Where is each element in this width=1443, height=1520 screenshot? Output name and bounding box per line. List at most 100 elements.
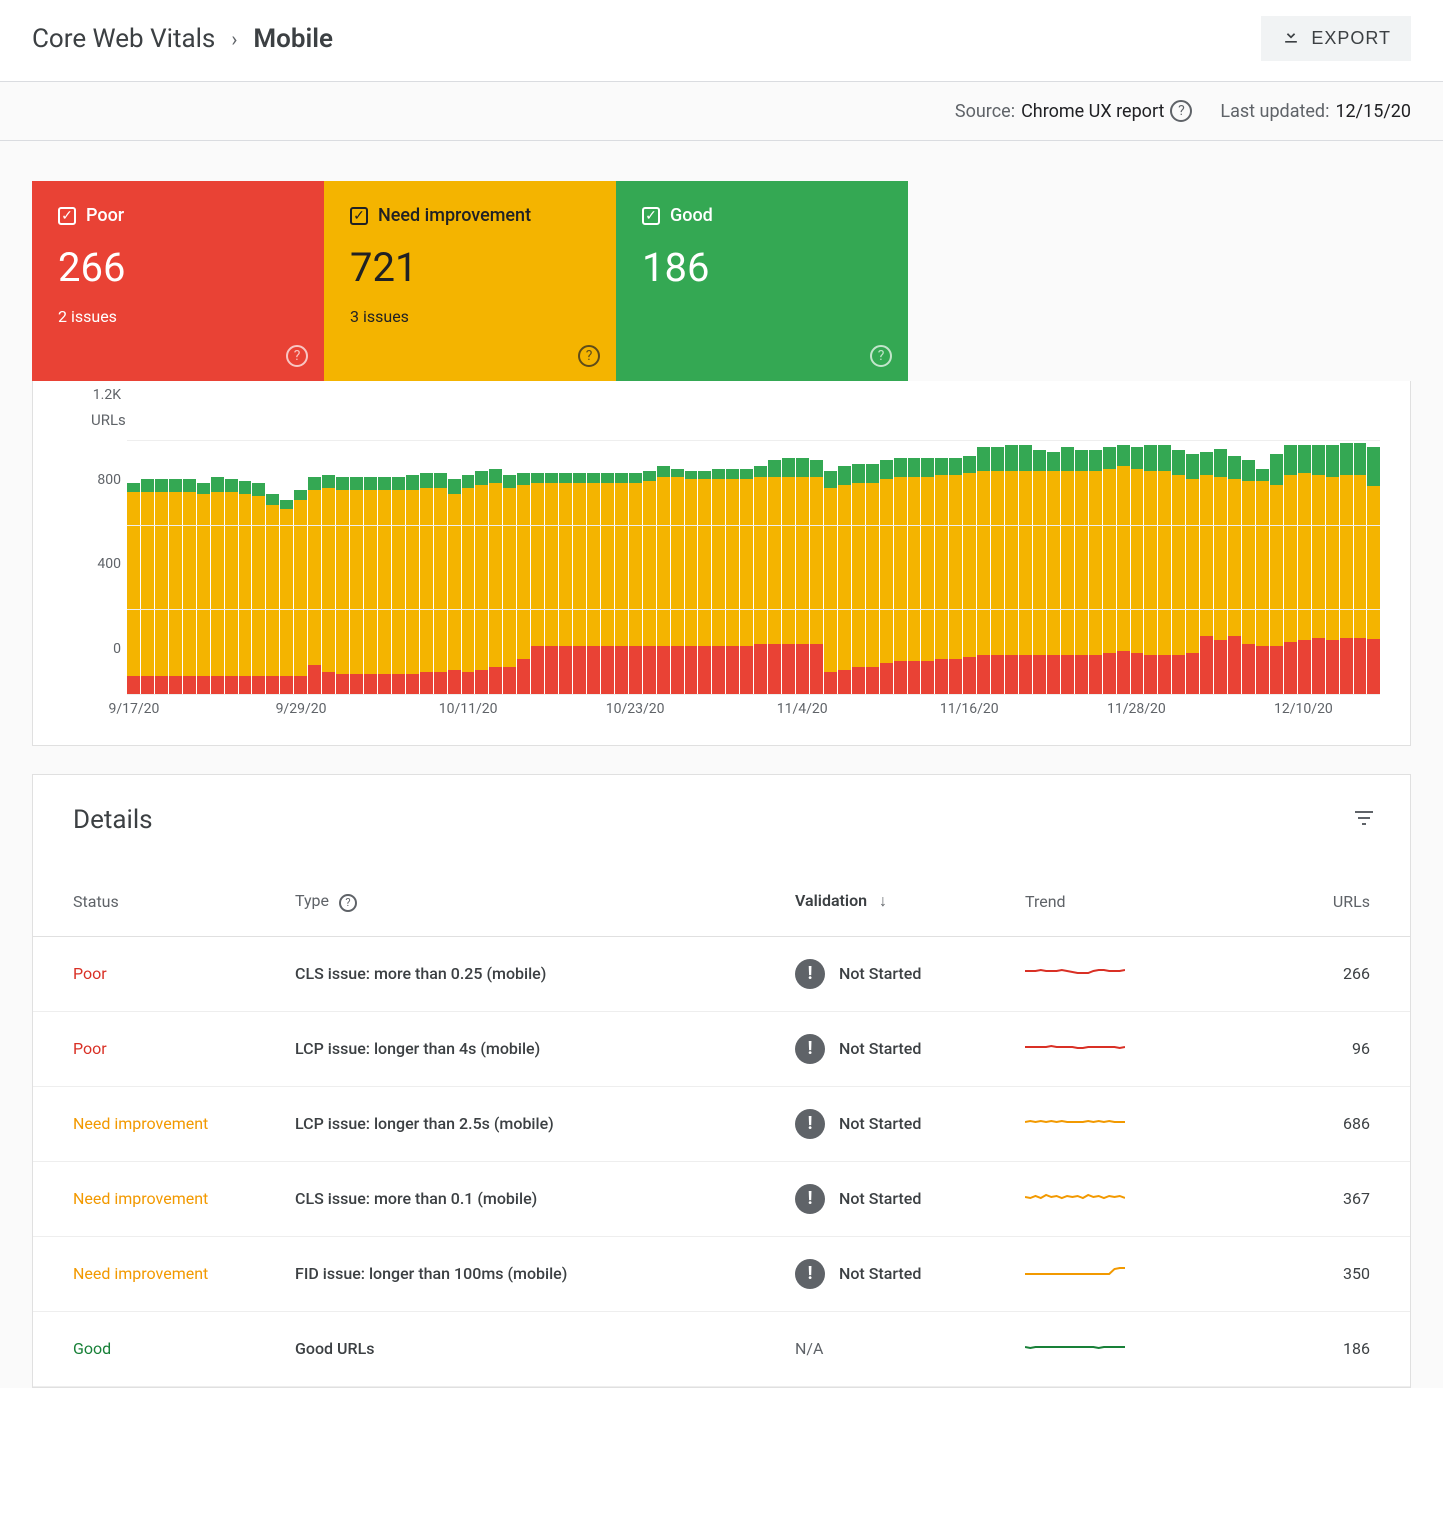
table-row[interactable]: PoorCLS issue: more than 0.25 (mobile)!N… — [33, 936, 1410, 1011]
chart-bar[interactable] — [1367, 447, 1380, 695]
chart-bar[interactable] — [698, 471, 711, 695]
chart-bar[interactable] — [782, 458, 795, 695]
chart-bar[interactable] — [155, 479, 168, 695]
chart-bar[interactable] — [1158, 445, 1171, 695]
chart-bar[interactable] — [880, 460, 893, 695]
export-button[interactable]: EXPORT — [1261, 16, 1411, 61]
chart-bar[interactable] — [1340, 443, 1353, 695]
table-row[interactable]: Need improvementFID issue: longer than 1… — [33, 1236, 1410, 1311]
help-icon[interactable]: ? — [870, 345, 892, 367]
chart-bar[interactable] — [1117, 445, 1130, 695]
chart-bar[interactable] — [1200, 452, 1213, 695]
chart-bar[interactable] — [1103, 447, 1116, 695]
chart-bar[interactable] — [1089, 450, 1102, 696]
chart-bar[interactable] — [921, 458, 934, 695]
chart-bar[interactable] — [434, 473, 447, 695]
chart-bar[interactable] — [183, 479, 196, 695]
chart-bar[interactable] — [1131, 447, 1144, 695]
chart-bar[interactable] — [573, 473, 586, 695]
chart-bar[interactable] — [392, 477, 405, 695]
card-good[interactable]: ✓ Good 186 ? — [616, 181, 908, 381]
breadcrumb-parent[interactable]: Core Web Vitals — [32, 24, 215, 54]
chart-bar[interactable] — [866, 464, 879, 695]
chart-bar[interactable] — [169, 479, 182, 695]
card-need-improvement[interactable]: ✓ Need improvement 721 3 issues ? — [324, 181, 616, 381]
col-trend[interactable]: Trend — [1013, 865, 1243, 936]
chart-bar[interactable] — [378, 477, 391, 695]
chart-bar[interactable] — [712, 469, 725, 695]
chart-bar[interactable] — [475, 471, 488, 695]
chart-bar[interactable] — [1047, 452, 1060, 695]
chart-bar[interactable] — [963, 456, 976, 695]
chart-bar[interactable] — [949, 458, 962, 695]
chart-bar[interactable] — [629, 473, 642, 695]
chart-bar[interactable] — [726, 469, 739, 695]
chart-bar[interactable] — [1214, 449, 1227, 695]
col-status[interactable]: Status — [33, 865, 283, 936]
chart-bar[interactable] — [1033, 450, 1046, 696]
chart-bar[interactable] — [197, 483, 210, 695]
chart-bar[interactable] — [643, 471, 656, 695]
chart-bar[interactable] — [517, 473, 530, 695]
col-type[interactable]: Type ? — [283, 865, 783, 936]
chart-bar[interactable] — [308, 477, 321, 695]
chart-bar[interactable] — [1172, 450, 1185, 696]
chart-bar[interactable] — [448, 479, 461, 695]
chart-bar[interactable] — [685, 471, 698, 695]
chart-bar[interactable] — [1298, 445, 1311, 695]
chart-bar[interactable] — [211, 477, 224, 695]
chart-bar[interactable] — [601, 473, 614, 695]
chart-bar[interactable] — [406, 475, 419, 695]
chart-bar[interactable] — [935, 458, 948, 695]
chart-bar[interactable] — [615, 473, 628, 695]
table-row[interactable]: Need improvementLCP issue: longer than 2… — [33, 1086, 1410, 1161]
help-icon[interactable]: ? — [286, 345, 308, 367]
chart-bar[interactable] — [1256, 469, 1269, 695]
chart-bar[interactable] — [991, 447, 1004, 695]
chart-bar[interactable] — [1019, 445, 1032, 695]
chart-bar[interactable] — [852, 464, 865, 695]
table-row[interactable]: GoodGood URLsN/A186 — [33, 1311, 1410, 1386]
chart-bar[interactable] — [336, 477, 349, 695]
chart-bar[interactable] — [587, 473, 600, 695]
table-row[interactable]: Need improvementCLS issue: more than 0.1… — [33, 1161, 1410, 1236]
chart-bar[interactable] — [1186, 454, 1199, 695]
chart-bar[interactable] — [1075, 450, 1088, 696]
chart-bar[interactable] — [1284, 445, 1297, 695]
chart-bar[interactable] — [280, 500, 293, 695]
chart-bar[interactable] — [545, 473, 558, 695]
card-poor[interactable]: ✓ Poor 266 2 issues ? — [32, 181, 324, 381]
chart-bar[interactable] — [489, 469, 502, 695]
chart-bar[interactable] — [322, 475, 335, 695]
chart-bar[interactable] — [350, 477, 363, 695]
checkbox-icon[interactable]: ✓ — [350, 207, 368, 225]
chart-bar[interactable] — [796, 458, 809, 695]
chart-bar[interactable] — [239, 481, 252, 695]
chart-bar[interactable] — [740, 469, 753, 695]
chart-bar[interactable] — [1228, 456, 1241, 695]
chart-bar[interactable] — [225, 479, 238, 695]
chart-bar[interactable] — [1144, 445, 1157, 695]
chart-bar[interactable] — [503, 475, 516, 695]
chart-bar[interactable] — [1354, 443, 1367, 695]
chart-bar[interactable] — [768, 460, 781, 695]
chart-bar[interactable] — [1005, 445, 1018, 695]
chart-bar[interactable] — [894, 458, 907, 695]
chart-bar[interactable] — [531, 473, 544, 695]
chart-bar[interactable] — [462, 475, 475, 695]
chart-bar[interactable] — [141, 479, 154, 695]
chart-bar[interactable] — [824, 471, 837, 695]
help-icon[interactable]: ? — [339, 894, 357, 912]
help-icon[interactable]: ? — [1170, 100, 1192, 122]
chart-bar[interactable] — [252, 483, 265, 695]
chart-bar[interactable] — [420, 473, 433, 695]
chart-bar[interactable] — [977, 447, 990, 695]
chart-bar[interactable] — [294, 490, 307, 695]
col-urls[interactable]: URLs — [1243, 865, 1410, 936]
chart-bar[interactable] — [1326, 445, 1339, 695]
chart-bar[interactable] — [838, 466, 851, 695]
stacked-bar-chart[interactable]: 04008001.2K 9/17/209/29/2010/11/2010/23/… — [83, 435, 1390, 725]
chart-bar[interactable] — [657, 466, 670, 695]
chart-bar[interactable] — [1242, 460, 1255, 695]
chart-bar[interactable] — [754, 466, 767, 695]
